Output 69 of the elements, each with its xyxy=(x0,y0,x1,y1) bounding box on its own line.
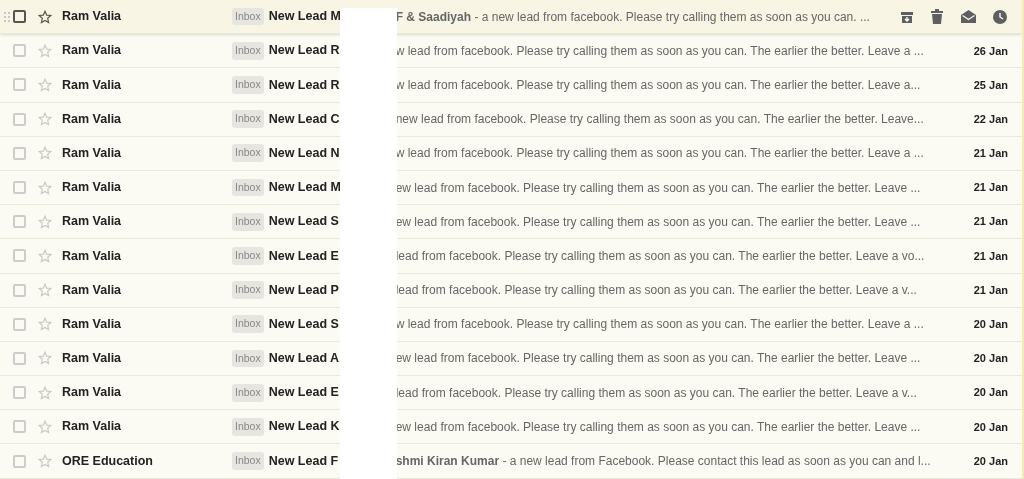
checkbox[interactable] xyxy=(13,10,26,24)
clock-icon[interactable] xyxy=(993,9,1007,24)
sender: Ram Valia xyxy=(62,315,123,333)
date: 21 Jan xyxy=(972,146,1009,162)
inbox-label: Inbox xyxy=(232,247,264,265)
drag-handle-icon[interactable] xyxy=(3,10,10,23)
star-icon[interactable] xyxy=(38,9,52,24)
subject: New Lead E xyxy=(268,384,340,402)
subject: New Lead S xyxy=(268,315,340,333)
date: 20 Jan xyxy=(972,351,1009,367)
snippet: shmi Kiran Kumar - a new lead from Facebook. Please contact this lead as soon as you can and l... xyxy=(395,453,932,471)
inbox-label: Inbox xyxy=(232,452,264,470)
sender: Ram Valia xyxy=(62,42,123,60)
inbox-label: Inbox xyxy=(232,212,264,231)
inbox-label: Inbox xyxy=(232,417,264,436)
subject: New Lead K xyxy=(268,418,341,436)
inbox-label: Inbox xyxy=(232,281,264,299)
date: 20 Jan xyxy=(972,317,1009,333)
inbox-label: Inbox xyxy=(232,110,264,129)
sender: Ram Valia xyxy=(62,350,123,368)
subject: New Lead M xyxy=(268,179,342,197)
date: 20 Jan xyxy=(972,419,1009,435)
date: 25 Jan xyxy=(972,77,1009,93)
email-row[interactable]: Ram Valia Inbox New Lead M F & Saadiyah - a new lead from facebook. Please try calling them as soon as you can. ... xyxy=(0,0,1022,35)
inbox-label: Inbox xyxy=(232,7,264,26)
date: 26 Jan xyxy=(972,43,1009,59)
sender: Ram Valia xyxy=(62,384,123,402)
archive-icon[interactable] xyxy=(900,9,914,24)
subject: New Lead A xyxy=(268,350,341,368)
sender: Ram Valia xyxy=(62,213,123,231)
date: 20 Jan xyxy=(972,453,1009,469)
sender: Ram Valia xyxy=(62,418,123,436)
snippet: F & Saadiyah - a new lead from facebook. Please try calling them as soon as you can. ... xyxy=(395,8,871,26)
sender: Ram Valia xyxy=(62,110,123,128)
snippet: lead from facebook. Please try calling them as soon as you can. The earlier the better. Leave a vo... xyxy=(395,247,926,265)
inbox-label: Inbox xyxy=(232,315,264,334)
sender: Ram Valia xyxy=(62,247,123,265)
date: 21 Jan xyxy=(972,248,1009,264)
snippet: new lead from facebook. Please try calling them as soon as you can. The earlier the better. Leave... xyxy=(395,111,925,129)
subject: New Lead R xyxy=(268,42,341,60)
date: 22 Jan xyxy=(972,111,1009,127)
subject: New Lead R xyxy=(268,76,341,94)
date: 21 Jan xyxy=(972,180,1009,196)
sender: ORE Education xyxy=(62,452,154,470)
inbox-label: Inbox xyxy=(232,349,264,368)
subject: New Lead M xyxy=(268,8,342,26)
date: 21 Jan xyxy=(972,214,1009,230)
inbox-label: Inbox xyxy=(232,383,264,402)
inbox-label: Inbox xyxy=(232,178,264,197)
snippet: lead from facebook. Please try calling them as soon as you can. The earlier the better. Leave a v... xyxy=(395,384,918,402)
subject: New Lead P xyxy=(268,281,340,299)
sender: Ram Valia xyxy=(62,76,123,94)
subject: New Lead E xyxy=(268,247,340,265)
inbox-label: Inbox xyxy=(232,76,264,94)
sender: Ram Valia xyxy=(62,281,123,299)
sender: Ram Valia xyxy=(62,144,123,162)
subject: New Lead S xyxy=(268,213,340,231)
sender: Ram Valia xyxy=(62,179,123,197)
date: 21 Jan xyxy=(972,282,1009,298)
inbox-label: Inbox xyxy=(232,144,264,163)
sender: Ram Valia xyxy=(62,8,123,26)
subject: New Lead N xyxy=(268,144,341,162)
subject: New Lead C xyxy=(268,110,341,128)
inbox-label: Inbox xyxy=(232,41,264,60)
date: 20 Jan xyxy=(972,385,1009,401)
open-envelope-icon[interactable] xyxy=(960,10,976,24)
snippet: lead from facebook. Please try calling them as soon as you can. The earlier the better. Leave a v... xyxy=(395,282,918,300)
subject: New Lead F xyxy=(268,452,340,470)
trash-icon[interactable] xyxy=(931,9,944,25)
